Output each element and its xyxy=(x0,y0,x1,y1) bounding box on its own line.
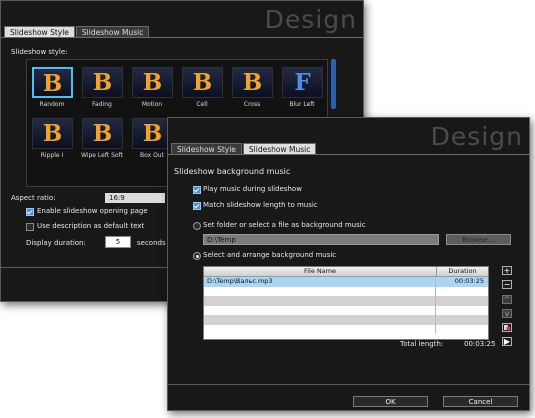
style-thumb-cell[interactable]: B xyxy=(182,67,223,98)
table-row[interactable] xyxy=(204,286,488,297)
aspect-ratio-select[interactable]: 16:9 xyxy=(105,193,165,203)
thumbnail-scrollbar[interactable] xyxy=(331,59,336,109)
ok-button[interactable]: OK xyxy=(353,396,428,407)
add-icon[interactable]: + xyxy=(502,266,512,275)
browse-button[interactable]: Browse... xyxy=(446,234,511,245)
opening-page-label: Enable slideshow opening page xyxy=(37,207,148,215)
table-row[interactable] xyxy=(204,324,488,335)
cancel-button[interactable]: Cancel xyxy=(443,396,518,407)
table-row[interactable] xyxy=(204,296,488,306)
file-name-cell xyxy=(204,324,436,334)
description-checkbox[interactable] xyxy=(26,223,34,231)
style-thumb-motion[interactable]: B xyxy=(132,67,173,98)
folder-radio-label: Set folder or select a file as backgroun… xyxy=(203,221,366,229)
duration-cell: 00:03:25 xyxy=(454,277,484,285)
file-name-cell xyxy=(204,315,436,325)
opening-page-checkbox[interactable] xyxy=(26,208,34,216)
tab-divider xyxy=(1,37,363,38)
table-row[interactable] xyxy=(204,315,488,325)
footer-divider xyxy=(168,384,529,385)
music-list-table: File Name Duration D:\Temp\Вальс.mp3 00:… xyxy=(203,266,489,340)
duration-cell xyxy=(436,287,488,297)
display-duration-input[interactable]: 5 xyxy=(105,236,131,248)
style-thumb-fading[interactable]: B xyxy=(82,67,123,98)
move-down-icon[interactable]: v xyxy=(502,309,512,318)
style-caption: Cell xyxy=(196,101,208,108)
style-thumb-wipe-left-soft[interactable]: B xyxy=(82,118,123,149)
slideshow-music-window: Design Slideshow Style Slideshow Music S… xyxy=(167,117,530,411)
brand-title: Design xyxy=(430,122,523,151)
duration-cell xyxy=(436,306,488,316)
slideshow-style-label: Slideshow style: xyxy=(11,48,68,56)
play-music-label: Play music during slideshow xyxy=(203,185,302,193)
match-length-label: Match slideshow length to music xyxy=(203,201,318,209)
style-caption: Fading xyxy=(92,101,112,108)
folder-radio[interactable] xyxy=(193,222,201,230)
style-caption: Motion xyxy=(141,101,163,108)
style-preview-icon: B xyxy=(92,120,113,147)
style-thumb-blur-left[interactable]: F xyxy=(282,67,323,98)
duration-cell xyxy=(436,296,488,306)
style-preview-icon: B xyxy=(42,120,63,147)
tab-bar: Slideshow Style Slideshow Music xyxy=(4,26,150,38)
style-caption: Random xyxy=(39,101,65,108)
style-preview-icon: B xyxy=(192,69,213,96)
style-caption: Ripple I xyxy=(40,152,64,159)
file-name-header[interactable]: File Name xyxy=(204,267,437,276)
display-duration-label: Display duration: xyxy=(26,239,86,247)
style-thumb-random[interactable]: B xyxy=(32,67,73,98)
file-name-cell xyxy=(204,286,436,296)
aspect-ratio-label: Aspect ratio: xyxy=(11,194,56,202)
remove-icon[interactable]: − xyxy=(502,280,512,289)
total-length-value: 00:03:25 xyxy=(464,340,496,348)
style-preview-icon: B xyxy=(242,69,263,96)
style-preview-icon: F xyxy=(294,69,311,96)
style-preview-icon: B xyxy=(142,69,163,96)
description-label: Use description as default text xyxy=(37,222,145,230)
style-caption: Wipe Left Soft xyxy=(81,152,123,159)
brand-title: Design xyxy=(264,5,357,34)
music-heading: Slideshow background music xyxy=(174,167,291,176)
style-thumb-cross[interactable]: B xyxy=(232,67,273,98)
tab-bar: Slideshow Style Slideshow Music xyxy=(171,143,317,155)
move-up-icon[interactable]: ^ xyxy=(502,295,512,304)
duration-header[interactable]: Duration xyxy=(437,267,488,276)
duration-cell xyxy=(436,315,488,325)
arrange-radio[interactable] xyxy=(193,252,201,260)
arrange-radio-label: Select and arrange background music xyxy=(203,251,337,259)
match-length-checkbox[interactable] xyxy=(193,202,201,210)
trim-music-icon[interactable] xyxy=(502,323,512,332)
file-name-cell xyxy=(204,296,436,306)
style-caption: Blur Left xyxy=(289,101,315,108)
duration-cell xyxy=(436,325,488,335)
file-name-cell: D:\Temp\Вальс.mp3 xyxy=(204,277,436,287)
seconds-label: seconds xyxy=(137,239,166,247)
style-preview-icon: B xyxy=(92,69,113,96)
tab-divider xyxy=(168,154,529,155)
table-row[interactable] xyxy=(204,305,488,316)
style-thumb-ripple[interactable]: B xyxy=(32,118,73,149)
total-length-label: Total length: xyxy=(400,340,444,348)
folder-path-field[interactable]: D:\Temp xyxy=(203,234,439,245)
table-row[interactable]: D:\Temp\Вальс.mp3 00:03:25 xyxy=(204,277,488,287)
style-caption: Cross xyxy=(243,101,261,108)
table-header: File Name Duration xyxy=(204,267,488,277)
trim-music-icon-glyph xyxy=(504,325,511,331)
file-name-cell xyxy=(204,305,436,315)
play-music-checkbox[interactable] xyxy=(193,186,201,194)
style-preview-icon: B xyxy=(42,70,63,97)
play-icon[interactable]: ▶ xyxy=(502,337,512,346)
